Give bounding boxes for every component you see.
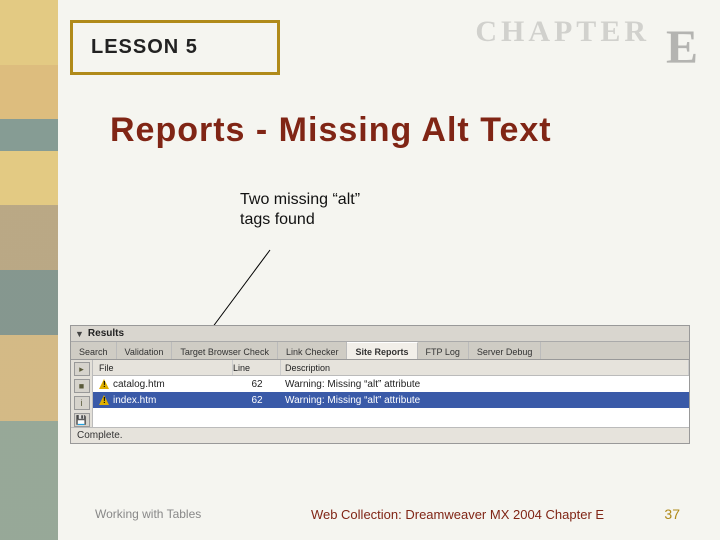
chapter-word: CHAPTER: [475, 15, 650, 49]
save-report-icon[interactable]: 💾: [74, 413, 90, 427]
cell-file-text: catalog.htm: [113, 379, 165, 390]
panel-title: Results: [88, 328, 124, 339]
slide-footer: Working with Tables Web Collection: Drea…: [0, 506, 720, 522]
tab-site-reports[interactable]: Site Reports: [347, 342, 417, 359]
table-row[interactable]: catalog.htm 62Warning: Missing “alt” attr…: [93, 376, 689, 392]
tab-server-debug[interactable]: Server Debug: [469, 342, 542, 359]
decorative-left-strip: [0, 0, 58, 540]
callout-text: Two missing “alt” tags found: [240, 190, 360, 230]
panel-status: Complete.: [71, 427, 689, 443]
lesson-label: LESSON 5: [91, 36, 198, 59]
tab-ftp-log[interactable]: FTP Log: [418, 342, 469, 359]
panel-tabs: SearchValidationTarget Browser CheckLink…: [71, 342, 689, 360]
table-empty-space: [93, 408, 689, 416]
footer-left: Working with Tables: [95, 507, 275, 521]
col-header-file[interactable]: File: [93, 360, 233, 375]
footer-center: Web Collection: Dreamweaver MX 2004 Chap…: [275, 507, 640, 522]
cell-file: catalog.htm: [93, 379, 233, 390]
table-row[interactable]: index.htm 62Warning: Missing “alt” attrib…: [93, 392, 689, 408]
tab-link-checker[interactable]: Link Checker: [278, 342, 348, 359]
cell-line: 62: [233, 379, 281, 390]
col-header-line[interactable]: Line: [233, 360, 281, 375]
tab-target-browser-check[interactable]: Target Browser Check: [172, 342, 278, 359]
stop-report-icon[interactable]: ■: [74, 379, 90, 393]
col-header-desc[interactable]: Description: [281, 360, 689, 375]
callout-line1: Two missing “alt”: [240, 191, 360, 208]
cell-description: Warning: Missing “alt” attribute: [281, 395, 689, 406]
table-header: File Line Description: [93, 360, 689, 376]
panel-sidebar: ▸ ■ i 💾: [71, 360, 93, 427]
panel-body: ▸ ■ i 💾 File Line Description catalog.ht…: [71, 360, 689, 427]
run-report-icon[interactable]: ▸: [74, 362, 90, 376]
lesson-box: LESSON 5: [70, 20, 280, 75]
slide-title: Reports - Missing Alt Text: [110, 111, 552, 150]
cell-description: Warning: Missing “alt” attribute: [281, 379, 689, 390]
cell-file-text: index.htm: [113, 395, 156, 406]
tab-validation[interactable]: Validation: [117, 342, 173, 359]
panel-collapse-icon[interactable]: ▼: [75, 329, 84, 339]
warning-icon: [99, 379, 110, 390]
tab-search[interactable]: Search: [71, 342, 117, 359]
warning-icon: [99, 395, 110, 406]
cell-file: index.htm: [93, 395, 233, 406]
callout-line2: tags found: [240, 211, 315, 228]
results-panel: ▼ Results SearchValidationTarget Browser…: [70, 325, 690, 444]
chapter-letter: E: [666, 20, 698, 75]
panel-headerbar[interactable]: ▼ Results: [71, 326, 689, 342]
footer-page-number: 37: [640, 506, 680, 522]
cell-line: 62: [233, 395, 281, 406]
results-table: File Line Description catalog.htm 62Warni…: [93, 360, 689, 427]
info-icon[interactable]: i: [74, 396, 90, 410]
